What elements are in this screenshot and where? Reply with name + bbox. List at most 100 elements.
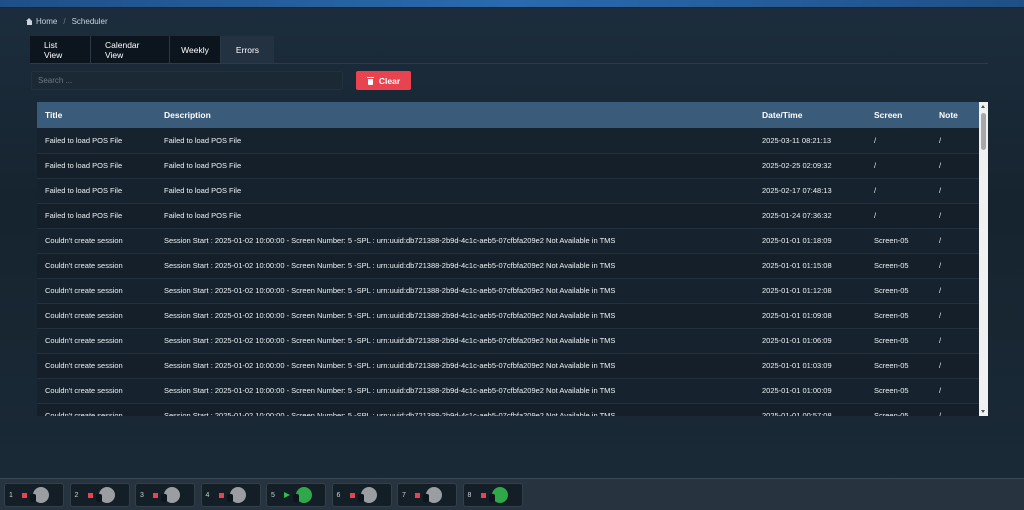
screen-tile[interactable]: 8	[462, 483, 523, 507]
cell-title: Failed to load POS File	[45, 211, 123, 220]
table-row[interactable]: Failed to load POS File Failed to load PO…	[37, 128, 979, 153]
column-header-datetime[interactable]: Date/Time	[754, 102, 866, 128]
cell-screen: /	[874, 161, 877, 170]
tabs-divider	[30, 63, 988, 64]
table-row[interactable]: Couldn't create session Session Start : 2…	[37, 228, 979, 253]
cell-note: /	[939, 386, 942, 395]
cell-screen: Screen-05	[874, 236, 909, 245]
tab-list-view[interactable]: List View	[30, 36, 91, 64]
top-accent-bar	[0, 0, 1024, 8]
cell-note: /	[939, 411, 942, 416]
cell-datetime: 2025-01-01 01:12:08	[762, 286, 832, 295]
cell-note: /	[939, 336, 942, 345]
projector-icon	[488, 487, 508, 503]
tab-errors[interactable]: Errors	[221, 36, 274, 64]
home-icon	[26, 17, 33, 25]
screen-tile[interactable]: 4	[200, 483, 261, 507]
scroll-down-icon[interactable]	[981, 410, 985, 413]
cell-description: Failed to load POS File	[164, 211, 242, 220]
screen-tile[interactable]: 7	[397, 483, 457, 507]
cell-datetime: 2025-03-11 08:21:13	[762, 135, 832, 145]
cell-datetime: 2025-01-01 00:57:08	[762, 411, 832, 416]
errors-table: Title Description Date/Time Screen Note …	[37, 102, 979, 416]
cell-screen: /	[874, 211, 877, 220]
screen-number: 4	[205, 491, 210, 499]
cell-note: /	[939, 186, 942, 195]
table-row[interactable]: Failed to load POS File Failed to load PO…	[37, 153, 979, 178]
cell-datetime: 2025-01-01 01:00:09	[762, 386, 832, 395]
table-row[interactable]: Failed to load POS File Failed to load PO…	[37, 178, 979, 203]
column-header-screen[interactable]: Screen	[866, 102, 931, 128]
projector-icon	[293, 487, 312, 503]
screen-number: 2	[74, 491, 79, 499]
cell-datetime: 2025-02-17 07:48:13	[762, 186, 832, 195]
projector-icon	[30, 487, 49, 503]
breadcrumb-current: Scheduler	[71, 16, 108, 26]
cell-description: Failed to load POS File	[164, 135, 242, 145]
scroll-up-icon[interactable]	[981, 105, 985, 108]
stop-icon	[153, 492, 158, 498]
cell-title: Couldn't create session	[45, 286, 123, 295]
cell-datetime: 2025-01-01 01:09:08	[762, 311, 832, 320]
search-input[interactable]	[31, 71, 343, 90]
breadcrumb-separator: /	[63, 16, 66, 26]
cell-title: Couldn't create session	[45, 386, 123, 395]
cell-title: Couldn't create session	[45, 336, 123, 345]
cell-description: Session Start : 2025-01-02 10:00:00 - Sc…	[164, 361, 616, 370]
breadcrumb-home[interactable]: Home	[26, 17, 57, 26]
screen-number: 7	[402, 491, 406, 499]
cell-datetime: 2025-01-01 01:03:09	[762, 361, 832, 370]
tab-calendar-view[interactable]: Calendar View	[91, 36, 170, 64]
cell-screen: Screen-05	[874, 336, 909, 345]
table-scrollbar[interactable]	[979, 102, 988, 416]
cell-title: Failed to load POS File	[45, 135, 123, 145]
clear-button-label: Clear	[378, 75, 401, 86]
table-row[interactable]: Couldn't create session Session Start : 2…	[37, 403, 979, 416]
column-header-title[interactable]: Title	[37, 102, 156, 128]
cell-title: Failed to load POS File	[45, 186, 123, 195]
projector-icon	[95, 487, 115, 503]
clear-button[interactable]: Clear	[356, 71, 411, 90]
cell-note: /	[939, 161, 942, 170]
table-row[interactable]: Failed to load POS File Failed to load PO…	[37, 203, 979, 228]
stop-icon	[218, 492, 224, 498]
column-header-description[interactable]: Description	[156, 102, 754, 128]
screen-tile[interactable]: 6	[331, 483, 392, 507]
stop-icon	[480, 492, 486, 498]
screen-tile[interactable]: 1	[4, 483, 64, 507]
play-icon	[284, 492, 290, 498]
projector-icon	[226, 487, 246, 503]
cell-note: /	[939, 286, 942, 295]
projector-icon	[161, 487, 180, 503]
trash-icon	[366, 76, 374, 85]
cell-title: Couldn't create session	[45, 236, 123, 245]
screen-tile[interactable]: 5	[266, 483, 326, 507]
table-row[interactable]: Couldn't create session Session Start : 2…	[37, 378, 979, 403]
cell-description: Session Start : 2025-01-02 10:00:00 - Sc…	[164, 411, 616, 416]
cell-description: Failed to load POS File	[164, 186, 242, 195]
table-row[interactable]: Couldn't create session Session Start : 2…	[37, 303, 979, 328]
table-row[interactable]: Couldn't create session Session Start : 2…	[37, 253, 979, 278]
cell-title: Couldn't create session	[45, 411, 123, 416]
table-row[interactable]: Couldn't create session Session Start : 2…	[37, 353, 979, 378]
breadcrumb-home-label[interactable]: Home	[36, 17, 57, 26]
cell-title: Couldn't create session	[45, 311, 123, 320]
cell-screen: Screen-05	[874, 286, 909, 295]
cell-note: /	[939, 311, 942, 320]
cell-description: Session Start : 2025-01-02 10:00:00 - Sc…	[164, 236, 616, 245]
scroll-thumb[interactable]	[981, 113, 986, 150]
table-row[interactable]: Couldn't create session Session Start : 2…	[37, 278, 979, 303]
screen-number: 3	[140, 491, 144, 499]
screen-tile[interactable]: 2	[69, 483, 130, 507]
cell-screen: Screen-05	[874, 411, 909, 416]
view-tabs: List View Calendar View Weekly Errors	[30, 36, 274, 64]
cell-description: Session Start : 2025-01-02 10:00:00 - Sc…	[164, 286, 616, 295]
stop-icon	[415, 492, 420, 498]
column-header-note[interactable]: Note	[931, 102, 979, 128]
cell-screen: /	[874, 135, 877, 145]
cell-datetime: 2025-02-25 02:09:32	[762, 161, 832, 170]
table-row[interactable]: Couldn't create session Session Start : 2…	[37, 328, 979, 353]
cell-screen: Screen-05	[874, 311, 909, 320]
screen-tile[interactable]: 3	[135, 483, 195, 507]
tab-weekly[interactable]: Weekly	[170, 36, 221, 64]
